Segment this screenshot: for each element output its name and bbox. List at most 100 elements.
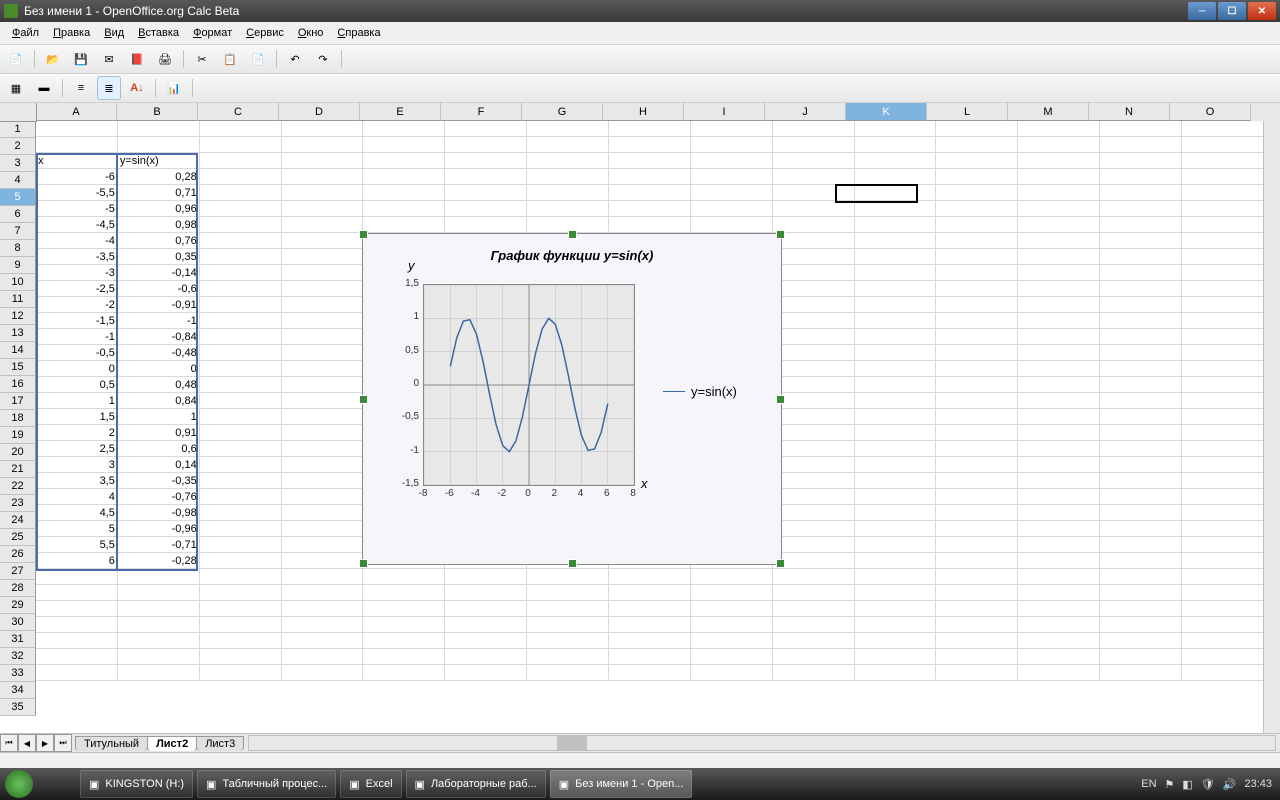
chart-resize-handle[interactable] (776, 230, 785, 239)
column-header-C[interactable]: C (198, 103, 279, 121)
tray-icon[interactable]: ◧ (1182, 778, 1192, 791)
row-header-33[interactable]: 33 (0, 665, 36, 682)
column-header-G[interactable]: G (522, 103, 603, 121)
cell-K3[interactable] (855, 153, 937, 169)
cell-I3[interactable] (691, 153, 773, 169)
cell-F29[interactable] (445, 569, 527, 585)
cell-F5[interactable] (445, 185, 527, 201)
chart-resize-handle[interactable] (359, 559, 368, 568)
menu-окно[interactable]: Окно (292, 25, 330, 41)
row-header-23[interactable]: 23 (0, 495, 36, 512)
cell-D7[interactable] (282, 217, 364, 233)
cell-J7[interactable] (773, 217, 855, 233)
cell-G31[interactable] (527, 601, 609, 617)
cell-L2[interactable] (936, 137, 1018, 153)
column-header-F[interactable]: F (441, 103, 522, 121)
volume-icon[interactable]: 🔊 (1223, 778, 1237, 791)
cell-L3[interactable] (936, 153, 1018, 169)
cell-O20[interactable] (1182, 425, 1264, 441)
cell-L34[interactable] (936, 649, 1018, 665)
row-header-31[interactable]: 31 (0, 631, 36, 648)
cell-O12[interactable] (1182, 297, 1264, 313)
cell-N2[interactable] (1100, 137, 1182, 153)
cell-C17[interactable] (200, 377, 282, 393)
cell-C14[interactable] (200, 329, 282, 345)
cell-K22[interactable] (855, 457, 937, 473)
cell-J35[interactable] (773, 665, 855, 681)
cell-K14[interactable] (855, 329, 937, 345)
cell-O11[interactable] (1182, 281, 1264, 297)
cell-H1[interactable] (609, 121, 691, 137)
cell-N3[interactable] (1100, 153, 1182, 169)
cell-L7[interactable] (936, 217, 1018, 233)
cell-K2[interactable] (855, 137, 937, 153)
cell-A33[interactable] (36, 633, 118, 649)
cell-H34[interactable] (609, 649, 691, 665)
cell-D6[interactable] (282, 201, 364, 217)
cell-A17[interactable]: 0,5 (36, 377, 118, 393)
chart-resize-handle[interactable] (359, 230, 368, 239)
copy-button[interactable]: 📋 (218, 47, 242, 71)
cell-O22[interactable] (1182, 457, 1264, 473)
cell-M19[interactable] (1018, 409, 1100, 425)
cell-J20[interactable] (773, 425, 855, 441)
cell-D9[interactable] (282, 249, 364, 265)
cell-A27[interactable]: 5,5 (36, 537, 118, 553)
tray-icon[interactable]: 🛡 (1201, 778, 1215, 791)
cell-F7[interactable] (445, 217, 527, 233)
cell-C4[interactable] (200, 169, 282, 185)
cell-D5[interactable] (282, 185, 364, 201)
cell-E32[interactable] (363, 617, 445, 633)
cell-F4[interactable] (445, 169, 527, 185)
column-header-A[interactable]: A (36, 103, 117, 121)
cell-E33[interactable] (363, 633, 445, 649)
cell-E7[interactable] (363, 217, 445, 233)
theme-button[interactable]: ▬ (32, 76, 56, 100)
cell-B16[interactable]: 0 (118, 361, 200, 377)
cell-B27[interactable]: -0,71 (118, 537, 200, 553)
cell-N4[interactable] (1100, 169, 1182, 185)
cell-O26[interactable] (1182, 521, 1264, 537)
cell-N10[interactable] (1100, 265, 1182, 281)
cell-I35[interactable] (691, 665, 773, 681)
cell-N7[interactable] (1100, 217, 1182, 233)
cell-J1[interactable] (773, 121, 855, 137)
start-button[interactable] (0, 768, 38, 800)
cell-M7[interactable] (1018, 217, 1100, 233)
cell-J2[interactable] (773, 137, 855, 153)
cell-M18[interactable] (1018, 393, 1100, 409)
cell-E31[interactable] (363, 601, 445, 617)
row-header-25[interactable]: 25 (0, 529, 36, 546)
cell-N29[interactable] (1100, 569, 1182, 585)
cell-A8[interactable]: -4 (36, 233, 118, 249)
cell-G29[interactable] (527, 569, 609, 585)
cell-L30[interactable] (936, 585, 1018, 601)
language-indicator[interactable]: EN (1141, 778, 1156, 790)
row-header-12[interactable]: 12 (0, 308, 36, 325)
tab-next-button[interactable]: ▶ (36, 734, 54, 752)
cell-B21[interactable]: 0,6 (118, 441, 200, 457)
cell-N20[interactable] (1100, 425, 1182, 441)
cell-G6[interactable] (527, 201, 609, 217)
cell-M9[interactable] (1018, 249, 1100, 265)
row-header-5[interactable]: 5 (0, 189, 36, 206)
cell-O23[interactable] (1182, 473, 1264, 489)
cell-D17[interactable] (282, 377, 364, 393)
cell-F31[interactable] (445, 601, 527, 617)
cell-C34[interactable] (200, 649, 282, 665)
tab-first-button[interactable]: ⏮ (0, 734, 18, 752)
cell-K11[interactable] (855, 281, 937, 297)
cell-I7[interactable] (691, 217, 773, 233)
cell-L8[interactable] (936, 233, 1018, 249)
cell-K10[interactable] (855, 265, 937, 281)
taskbar-item[interactable]: ▣Без имени 1 - Open... (550, 770, 693, 798)
cell-M33[interactable] (1018, 633, 1100, 649)
cell-B25[interactable]: -0,98 (118, 505, 200, 521)
cell-I31[interactable] (691, 601, 773, 617)
cell-O32[interactable] (1182, 617, 1264, 633)
cell-C29[interactable] (200, 569, 282, 585)
cell-D15[interactable] (282, 345, 364, 361)
cell-O16[interactable] (1182, 361, 1264, 377)
row-header-29[interactable]: 29 (0, 597, 36, 614)
close-button[interactable]: ✕ (1248, 2, 1276, 20)
